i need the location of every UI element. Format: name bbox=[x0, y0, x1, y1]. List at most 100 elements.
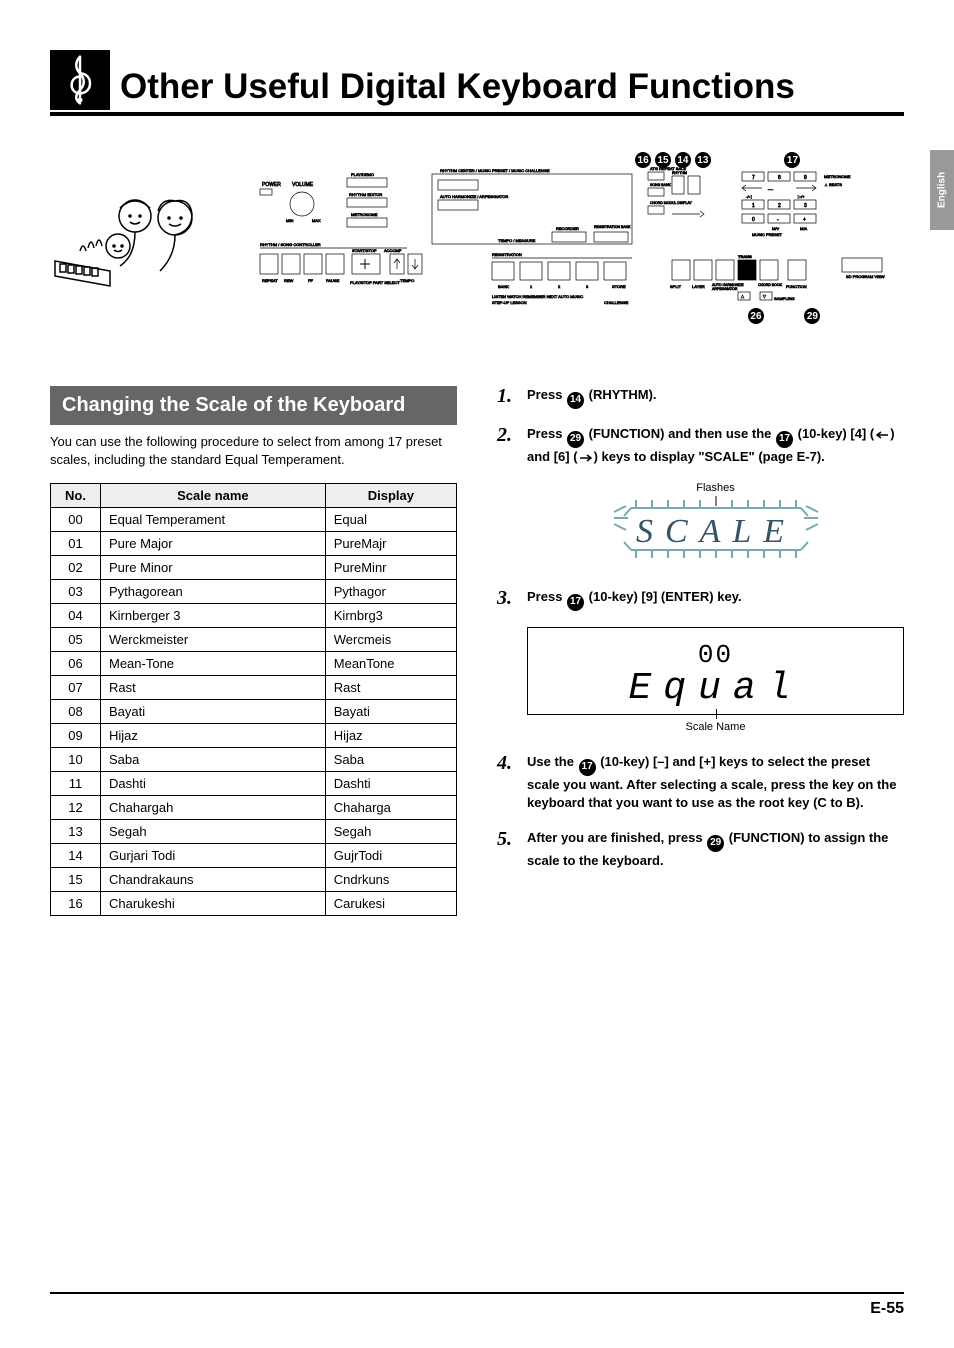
table-row: 00Equal TemperamentEqual bbox=[51, 508, 457, 532]
diagram-row: POWER VOLUME MINMAX PLAY/DEMO RHYTHM EDI… bbox=[50, 156, 904, 336]
cell-no: 10 bbox=[51, 748, 101, 772]
cell-display: Wercmeis bbox=[325, 628, 456, 652]
step-5: 5. After you are finished, press 29 (FUN… bbox=[497, 829, 904, 871]
cell-name: Kirnberger 3 bbox=[101, 604, 326, 628]
page-footer: E-55 bbox=[50, 1292, 904, 1318]
svg-text:MUSIC PRESET: MUSIC PRESET bbox=[752, 232, 783, 237]
cell-display: Dashti bbox=[325, 772, 456, 796]
svg-text:TRANS: TRANS bbox=[738, 254, 752, 259]
cell-name: Segah bbox=[101, 820, 326, 844]
lcd-text: Equal bbox=[528, 668, 903, 710]
th-no: No. bbox=[51, 484, 101, 508]
cell-name: Charukeshi bbox=[101, 892, 326, 916]
svg-text:MAX: MAX bbox=[312, 218, 321, 223]
svg-text:SD PROGRAM VIEW: SD PROGRAM VIEW bbox=[846, 274, 885, 279]
svg-text:REPEAT: REPEAT bbox=[262, 278, 278, 283]
cell-display: GujrTodi bbox=[325, 844, 456, 868]
lcd-num: 00 bbox=[528, 642, 903, 668]
table-row: 09HijazHijaz bbox=[51, 724, 457, 748]
svg-text:FUNCTION: FUNCTION bbox=[786, 284, 807, 289]
cell-display: MeanTone bbox=[325, 652, 456, 676]
table-row: 11DashtiDashti bbox=[51, 772, 457, 796]
cell-display: PureMinr bbox=[325, 556, 456, 580]
svg-text:SCALE: SCALE bbox=[635, 513, 795, 550]
treble-clef-icon bbox=[50, 50, 110, 110]
cell-name: Hijaz bbox=[101, 724, 326, 748]
left-column: Changing the Scale of the Keyboard You c… bbox=[50, 386, 457, 916]
step-4: 4. Use the 17 (10-key) [–] and [+] keys … bbox=[497, 753, 904, 813]
th-name: Scale name bbox=[101, 484, 326, 508]
svg-text:3: 3 bbox=[804, 203, 807, 209]
svg-text:—: — bbox=[768, 187, 773, 193]
table-row: 15ChandrakaunsCndrkuns bbox=[51, 868, 457, 892]
step-2-pre: Press bbox=[527, 426, 566, 441]
table-row: 13SegahSegah bbox=[51, 820, 457, 844]
flashes-label: Flashes bbox=[527, 482, 904, 494]
step-1: 1. Press 14 (RHYTHM). bbox=[497, 386, 904, 409]
step-2: 2. Press 29 (FUNCTION) and then use the … bbox=[497, 425, 904, 467]
cell-no: 09 bbox=[51, 724, 101, 748]
svg-text:AUTO HARMONIZE / ARPEGGIATOR: AUTO HARMONIZE / ARPEGGIATOR bbox=[440, 194, 508, 199]
cell-display: Hijaz bbox=[325, 724, 456, 748]
table-row: 05WerckmeisterWercmeis bbox=[51, 628, 457, 652]
svg-text:PAUSE: PAUSE bbox=[326, 278, 340, 283]
badge-14: 14 bbox=[675, 152, 691, 168]
cell-no: 15 bbox=[51, 868, 101, 892]
svg-text:RHYTHM EDITOR: RHYTHM EDITOR bbox=[349, 192, 382, 197]
table-row: 08BayatiBayati bbox=[51, 700, 457, 724]
svg-text:STORE: STORE bbox=[612, 284, 626, 289]
table-row: 02Pure MinorPureMinr bbox=[51, 556, 457, 580]
table-row: 12ChahargahChaharga bbox=[51, 796, 457, 820]
cell-no: 16 bbox=[51, 892, 101, 916]
cell-display: Equal bbox=[325, 508, 456, 532]
badge-16: 16 bbox=[635, 152, 651, 168]
table-row: 06Mean-ToneMeanTone bbox=[51, 652, 457, 676]
badge-17-inline-b: 17 bbox=[567, 594, 584, 611]
cell-no: 06 bbox=[51, 652, 101, 676]
scale-lcd-icon: SCALE bbox=[586, 496, 846, 564]
step-3-num: 3. bbox=[497, 588, 519, 608]
arrow-right-icon bbox=[578, 453, 594, 463]
cell-name: Bayati bbox=[101, 700, 326, 724]
svg-text:+: + bbox=[803, 217, 806, 223]
cell-display: Chaharga bbox=[325, 796, 456, 820]
step-4-num: 4. bbox=[497, 753, 519, 773]
svg-text:BANK: BANK bbox=[498, 284, 509, 289]
table-row: 10SabaSaba bbox=[51, 748, 457, 772]
svg-text:▼: ▼ bbox=[762, 294, 767, 300]
svg-text:3: 3 bbox=[586, 284, 589, 289]
section-intro: You can use the following procedure to s… bbox=[50, 433, 457, 469]
cell-no: 13 bbox=[51, 820, 101, 844]
svg-text:RHYTHM: RHYTHM bbox=[672, 171, 687, 175]
svg-text:REGISTRATION BANK: REGISTRATION BANK bbox=[594, 225, 631, 229]
cell-display: Pythagor bbox=[325, 580, 456, 604]
step-5-pre: After you are finished, press bbox=[527, 830, 706, 845]
svg-text:7: 7 bbox=[752, 175, 755, 181]
cell-name: Pure Major bbox=[101, 532, 326, 556]
cell-name: Saba bbox=[101, 748, 326, 772]
svg-text:▲: ▲ bbox=[740, 294, 745, 300]
cell-name: Werckmeister bbox=[101, 628, 326, 652]
cell-no: 00 bbox=[51, 508, 101, 532]
keyboard-panel-diagram: POWER VOLUME MINMAX PLAY/DEMO RHYTHM EDI… bbox=[240, 156, 904, 336]
step-3-pre: Press bbox=[527, 589, 566, 604]
cell-display: Segah bbox=[325, 820, 456, 844]
table-row: 01Pure MajorPureMajr bbox=[51, 532, 457, 556]
svg-text:▲ BEATS: ▲ BEATS bbox=[824, 182, 842, 187]
svg-text:PLAY/DEMO: PLAY/DEMO bbox=[351, 172, 374, 177]
svg-text:START/STOP: START/STOP bbox=[352, 248, 377, 253]
svg-text:RHYTHM / SONG CONTROLLER: RHYTHM / SONG CONTROLLER bbox=[260, 242, 321, 247]
svg-text:9: 9 bbox=[804, 175, 807, 181]
badge-14-inline: 14 bbox=[567, 392, 584, 409]
svg-text:ARPEGGIATOR: ARPEGGIATOR bbox=[712, 287, 738, 291]
svg-text:MIN: MIN bbox=[286, 218, 293, 223]
svg-text:FF: FF bbox=[308, 278, 313, 283]
cell-no: 08 bbox=[51, 700, 101, 724]
cell-display: Kirnbrg3 bbox=[325, 604, 456, 628]
svg-text:▶/+: ▶/+ bbox=[798, 194, 805, 199]
step-2-num: 2. bbox=[497, 425, 519, 445]
svg-text:METRONOME: METRONOME bbox=[351, 212, 378, 217]
cell-display: Saba bbox=[325, 748, 456, 772]
svg-text:CHALLENGE: CHALLENGE bbox=[604, 300, 629, 305]
svg-text:SONG BANK: SONG BANK bbox=[650, 183, 671, 187]
